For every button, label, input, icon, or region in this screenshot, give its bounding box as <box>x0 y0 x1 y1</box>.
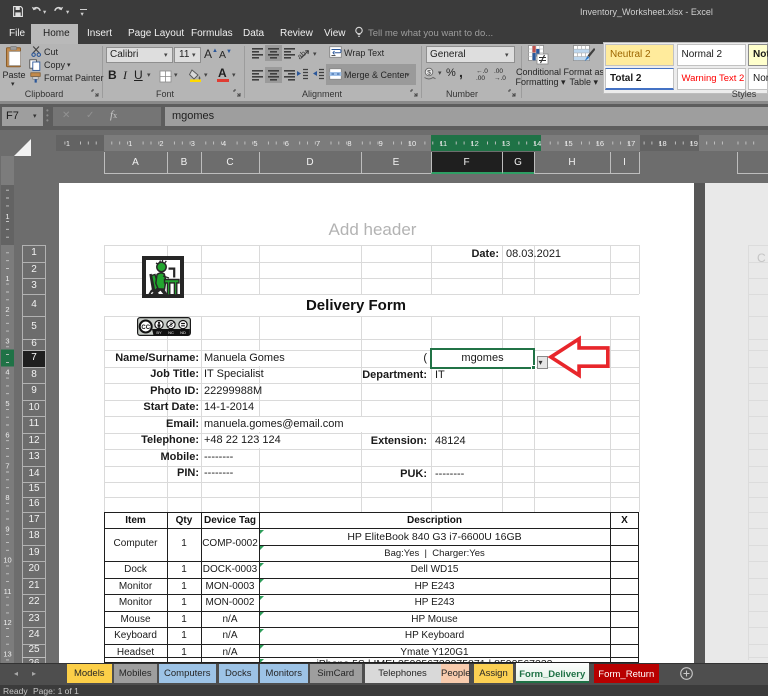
svg-text:12: 12 <box>470 139 478 148</box>
svg-text:11: 11 <box>4 587 12 596</box>
svg-text:18: 18 <box>658 139 666 148</box>
svg-text:8: 8 <box>347 139 351 148</box>
svg-text:1: 1 <box>66 139 70 148</box>
svg-text:$: $ <box>427 69 431 76</box>
svg-text:6: 6 <box>285 139 289 148</box>
svg-text:7: 7 <box>316 139 320 148</box>
svg-text:9: 9 <box>5 524 9 533</box>
svg-text:3: 3 <box>5 336 9 345</box>
svg-text:2: 2 <box>159 139 163 148</box>
svg-text:3: 3 <box>191 139 195 148</box>
svg-text:NC: NC <box>168 330 174 335</box>
svg-text:CC: CC <box>141 325 150 331</box>
svg-text:15: 15 <box>564 139 572 148</box>
svg-text:8: 8 <box>5 493 9 502</box>
svg-text:17: 17 <box>627 139 635 148</box>
svg-text:4: 4 <box>222 139 226 148</box>
svg-text:ND: ND <box>180 330 186 335</box>
svg-text:13: 13 <box>502 139 510 148</box>
svg-text:BY: BY <box>156 330 162 335</box>
svg-text:19: 19 <box>690 139 698 148</box>
svg-text:16: 16 <box>596 139 604 148</box>
svg-text:13: 13 <box>3 650 11 659</box>
svg-text:ab: ab <box>297 48 308 60</box>
svg-text:1: 1 <box>5 274 9 283</box>
svg-text:2: 2 <box>5 305 9 314</box>
svg-text:12: 12 <box>3 618 11 627</box>
svg-text:10: 10 <box>408 139 416 148</box>
svg-text:9: 9 <box>379 139 383 148</box>
svg-text:1: 1 <box>128 139 132 148</box>
svg-text:10: 10 <box>3 556 11 565</box>
svg-text:14: 14 <box>533 139 541 148</box>
svg-text:11: 11 <box>439 139 447 148</box>
svg-text:$: $ <box>169 323 172 329</box>
svg-text:5: 5 <box>253 139 257 148</box>
svg-text:1: 1 <box>5 212 9 221</box>
